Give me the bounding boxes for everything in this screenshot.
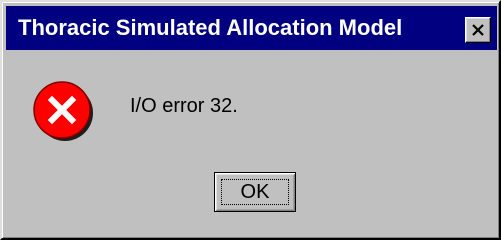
error-icon: [33, 81, 93, 141]
close-icon: [472, 24, 484, 36]
error-dialog: Thoracic Simulated Allocation Model I/O …: [0, 0, 501, 240]
ok-button[interactable]: OK: [214, 172, 296, 212]
error-message: I/O error 32.: [130, 95, 238, 117]
window-title: Thoracic Simulated Allocation Model: [18, 15, 403, 40]
close-button[interactable]: [465, 17, 491, 43]
ok-button-label: OK: [240, 181, 270, 203]
title-bar[interactable]: Thoracic Simulated Allocation Model: [6, 6, 497, 50]
